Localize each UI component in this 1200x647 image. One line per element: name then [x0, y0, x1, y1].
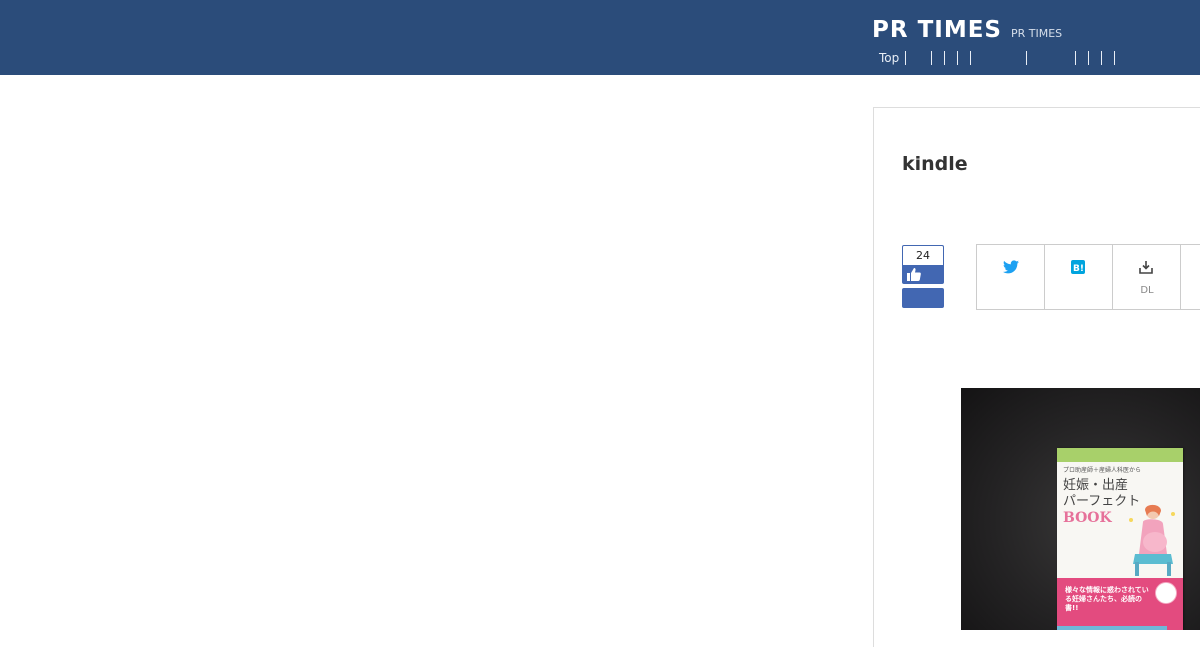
nav-separator	[931, 51, 932, 65]
nav-item-top[interactable]: Top	[879, 50, 899, 66]
nav-separator	[970, 51, 971, 65]
product-photo[interactable]: プロ助産師＋産婦人科医から 妊娠・出産 パーフェクト BOOK 様々な情報に惑わ…	[961, 388, 1200, 630]
book-band: 様々な情報に惑わされている妊婦さんたち、必読の書!!	[1057, 578, 1183, 630]
book-cover: プロ助産師＋産婦人科医から 妊娠・出産 パーフェクト BOOK 様々な情報に惑わ…	[1057, 448, 1183, 630]
nav-separator	[1114, 51, 1115, 65]
nav-separator	[1101, 51, 1102, 65]
download-label: DL	[1140, 285, 1154, 296]
nav-separator	[957, 51, 958, 65]
like-count: 24	[902, 245, 944, 265]
site-name[interactable]: PR TIMES	[1011, 27, 1062, 41]
nav-separator	[1026, 51, 1027, 65]
nav-separator	[944, 51, 945, 65]
article-title: kindle	[902, 153, 968, 175]
twitter-icon	[1003, 260, 1019, 274]
hatena-bookmark-button[interactable]: B!	[1045, 245, 1113, 309]
facebook-share-button[interactable]	[902, 288, 944, 308]
download-icon	[1139, 261, 1153, 274]
prtimes-logo[interactable]: PR TIMES	[872, 18, 1002, 42]
twitter-share-button[interactable]	[977, 245, 1045, 309]
pregnant-woman-illustration	[1129, 504, 1175, 576]
site-header: PR TIMES PR TIMES Top	[0, 0, 1200, 75]
thumbs-up-icon	[907, 268, 921, 281]
book-badge	[1155, 582, 1177, 604]
nav-separator	[1088, 51, 1089, 65]
download-button[interactable]: DL	[1113, 245, 1181, 309]
more-share-button[interactable]	[1181, 245, 1200, 309]
svg-text:B!: B!	[1073, 264, 1084, 274]
book-title-en: BOOK	[1063, 510, 1112, 526]
nav-separator	[1075, 51, 1076, 65]
hatena-bookmark-icon: B!	[1071, 260, 1085, 274]
book-stack-edge	[1057, 626, 1167, 630]
book-subtitle: プロ助産師＋産婦人科医から	[1063, 467, 1142, 474]
social-share-bar: B! DL	[976, 244, 1200, 310]
nav-separator	[905, 51, 906, 65]
book-band-text: 様々な情報に惑わされている妊婦さんたち、必読の書!!	[1065, 586, 1149, 612]
facebook-like-button[interactable]	[902, 265, 944, 284]
